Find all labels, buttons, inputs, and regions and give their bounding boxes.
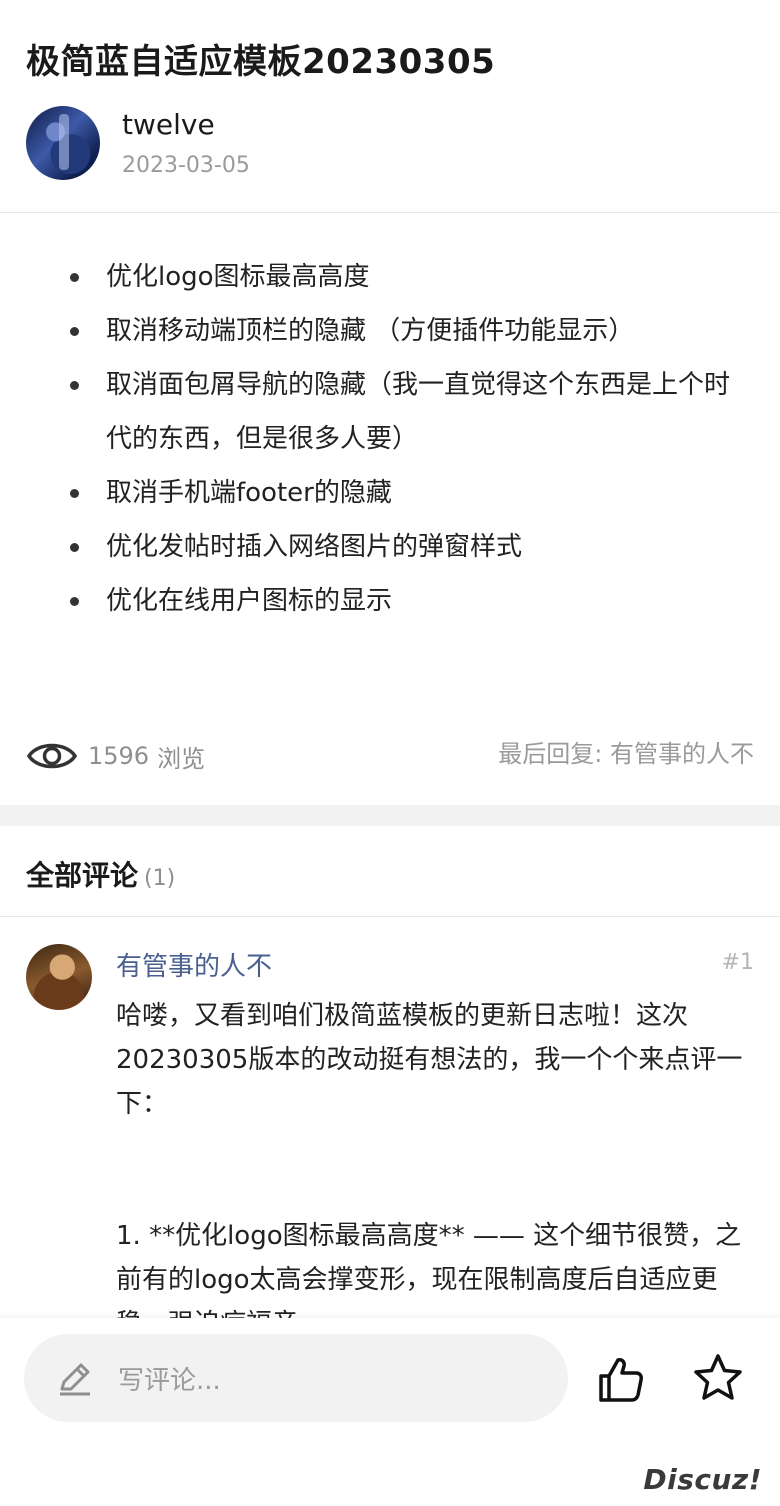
pencil-icon (60, 1363, 90, 1396)
commenter-avatar[interactable] (26, 944, 92, 1010)
divider (0, 212, 780, 213)
eye-icon (26, 743, 78, 769)
post-card: 极简蓝自适应模板20230305 twelve 2023-03-05 优化log… (0, 0, 780, 805)
comment-input[interactable]: 写评论... (24, 1334, 568, 1422)
list-item: 优化在线用户图标的显示 (58, 574, 748, 628)
divider (0, 916, 780, 917)
view-count: 1596 (88, 742, 150, 770)
list-item: 取消手机端footer的隐藏 (58, 466, 748, 520)
view-label: 浏览 (157, 744, 206, 773)
list-item: 优化发帖时插入网络图片的弹窗样式 (58, 520, 748, 574)
watermark: Discuz! (643, 1463, 762, 1496)
list-item: 取消面包屑导航的隐藏（我一直觉得这个东西是上个时代的东西，但是很多人要） (58, 358, 748, 466)
post-date: 2023-03-05 (122, 153, 250, 178)
author-avatar[interactable] (26, 106, 100, 180)
bottom-action-bar: 写评论... Discuz! (0, 1318, 780, 1506)
post-title: 极简蓝自适应模板20230305 (26, 42, 496, 82)
comment-body: 哈喽，又看到咱们极简蓝模板的更新日志啦！这次20230305版本的改动挺有想法的… (116, 994, 756, 1346)
list-item: 取消移动端顶栏的隐藏 （方便插件功能显示） (58, 304, 748, 358)
comments-heading: 全部评论 (1) (26, 854, 175, 894)
change-list: 优化logo图标最高高度 取消移动端顶栏的隐藏 （方便插件功能显示） 取消面包屑… (58, 250, 748, 628)
comments-heading-label: 全部评论 (26, 859, 139, 892)
comment-placeholder: 写评论... (118, 1365, 221, 1396)
last-reply[interactable]: 最后回复: 有管事的人不 (498, 734, 754, 769)
floor-number: #1 (721, 950, 754, 975)
list-item: 优化logo图标最高高度 (58, 250, 748, 304)
star-icon[interactable] (692, 1352, 744, 1404)
comment-paragraph: 哈喽，又看到咱们极简蓝模板的更新日志啦！这次20230305版本的改动挺有想法的… (116, 1001, 743, 1119)
commenter-name[interactable]: 有管事的人不 (116, 946, 272, 983)
author-name[interactable]: twelve (122, 108, 215, 141)
view-stats: 1596 浏览 (26, 734, 205, 778)
like-icon[interactable] (596, 1354, 646, 1404)
comments-count: (1) (144, 866, 176, 891)
